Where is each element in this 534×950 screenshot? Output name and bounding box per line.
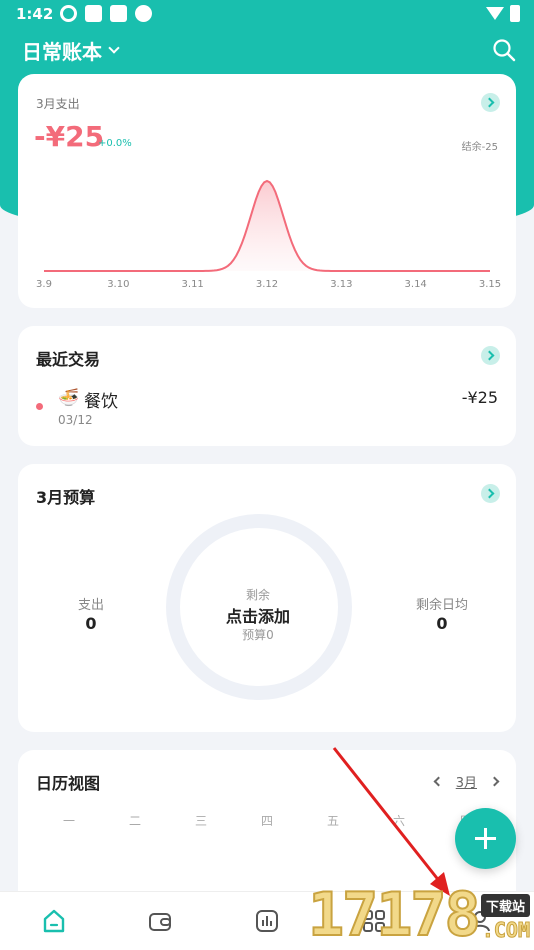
battery-icon (510, 5, 520, 22)
monthly-spending-card[interactable]: 3月支出 -¥25 +0.0% 结余-25 3.9 3.10 3.11 3.12 3.1… (18, 74, 516, 308)
remaining-label: 剩余 (245, 588, 270, 602)
weekday-label: 四 (260, 814, 273, 828)
weekday-label: 一 (62, 814, 75, 828)
book-name: 日常账本 (22, 40, 102, 64)
weekday-label: 五 (326, 814, 339, 828)
spent-value: 0 (85, 614, 97, 633)
next-month-icon[interactable] (489, 776, 500, 787)
wallet-icon[interactable] (146, 907, 174, 935)
translate-icon (110, 5, 127, 22)
status-notification-icons (60, 5, 152, 22)
x-tick-label: 3.13 (330, 279, 352, 290)
status-time: 1:42 (16, 5, 54, 23)
spent-label: 支出 (77, 598, 104, 613)
transaction-category: 餐饮 (84, 392, 118, 412)
recent-title: 最近交易 (36, 350, 101, 369)
x-tick-label: 3.14 (405, 279, 427, 290)
x-tick-label: 3.11 (182, 279, 204, 290)
x-tick-label: 3.15 (479, 279, 501, 290)
transaction-date: 03/12 (58, 413, 93, 427)
weekday-label: 二 (128, 814, 141, 828)
status-bar: 1:42 (0, 0, 534, 30)
weekday-label: 六 (392, 814, 405, 828)
spending-trend-chart: 3.9 3.10 3.11 3.12 3.13 3.14 3.15 (36, 179, 501, 290)
daily-remaining-value: 0 (436, 614, 448, 633)
weekday-label: 三 (194, 814, 207, 828)
calendar-title: 日历视图 (36, 774, 101, 793)
chevron-right-icon[interactable] (481, 346, 500, 365)
transaction-amount: -¥25 (461, 388, 498, 407)
chart-icon[interactable] (253, 907, 281, 935)
watermark-suffix: .COM (481, 918, 530, 943)
book-switcher[interactable]: 日常账本 (22, 36, 120, 65)
site-watermark: 17178 下载站 .COM (307, 879, 534, 950)
add-transaction-button[interactable] (455, 808, 516, 869)
circle-notification-icon (135, 5, 152, 22)
chart-area-fill (44, 181, 490, 271)
watermark-badge: 下载站 (480, 894, 530, 917)
budget-card[interactable]: 3月预算 支出 0 剩余 点击添加 预算0 剩余日均 0 (18, 464, 516, 732)
weekday-header: 一 二 三 四 五 六 日 (36, 812, 498, 829)
home-icon[interactable] (40, 907, 68, 935)
x-tick-label: 3.9 (36, 279, 52, 290)
status-system-icons (486, 5, 520, 22)
x-tick-label: 3.12 (256, 279, 278, 290)
budget-title: 3月预算 (36, 488, 96, 507)
wifi-icon (486, 7, 504, 20)
watermark-logo: 17178 (307, 879, 482, 950)
chevron-right-icon[interactable] (481, 484, 500, 503)
app-notification-icon (85, 5, 102, 22)
daily-remaining-label: 剩余日均 (415, 598, 468, 613)
x-tick-label: 3.10 (107, 279, 129, 290)
chevron-down-icon (108, 42, 120, 54)
food-icon: 🍜 (58, 388, 80, 408)
recent-transactions-card[interactable]: 最近交易 🍜 餐饮 03/12 -¥25 (18, 326, 516, 446)
sync-icon (60, 5, 77, 22)
expense-dot-icon (36, 403, 43, 410)
add-budget-button[interactable]: 点击添加 (208, 603, 308, 627)
search-icon[interactable] (492, 38, 516, 62)
prev-month-icon[interactable] (433, 776, 444, 787)
month-label[interactable]: 3月 (456, 772, 477, 791)
budget-amount-label: 预算0 (242, 628, 274, 642)
month-navigator: 3月 (433, 772, 500, 791)
